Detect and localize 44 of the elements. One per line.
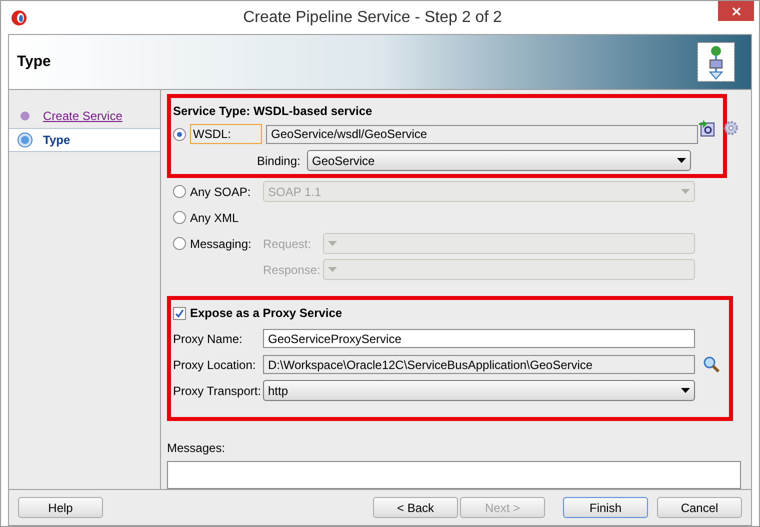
check-icon bbox=[175, 308, 184, 318]
dropdown[interactable]: GeoService bbox=[307, 150, 691, 171]
step-dot-icon bbox=[17, 132, 33, 148]
wsdl-browse-icon[interactable] bbox=[699, 120, 715, 137]
input-field[interactable]: D:\Workspace\Oracle12C\ServiceBusApplication\GeoService bbox=[263, 355, 695, 374]
radio-button[interactable] bbox=[173, 211, 186, 224]
binding-label: Binding: bbox=[257, 152, 301, 170]
caret-icon bbox=[328, 267, 337, 272]
window-title: Create Pipeline Service - Step 2 of 2 bbox=[242, 8, 503, 28]
option-label: Any XML bbox=[190, 210, 239, 226]
field-label: Proxy Transport: bbox=[173, 382, 262, 400]
step-item[interactable]: Type bbox=[9, 128, 160, 152]
option-label: Any SOAP: bbox=[190, 184, 251, 200]
response-label: Response: bbox=[263, 262, 322, 278]
dialog-button[interactable]: Finish bbox=[563, 497, 648, 518]
option-label: Messaging: bbox=[190, 236, 252, 252]
field-label: Proxy Location: bbox=[173, 356, 257, 374]
section-heading: Service Type: WSDL-based service bbox=[173, 103, 372, 120]
request-label: Request: bbox=[263, 236, 312, 252]
caret-icon bbox=[681, 189, 690, 194]
dialog-button[interactable]: Help bbox=[18, 497, 103, 518]
close-icon bbox=[732, 6, 740, 16]
messages-label: Messages: bbox=[167, 440, 226, 457]
input-field[interactable]: GeoServiceProxyService bbox=[263, 329, 695, 348]
field-label: Proxy Name: bbox=[173, 330, 244, 348]
step-item[interactable]: Create Service bbox=[9, 104, 160, 128]
option-label: WSDL: bbox=[190, 124, 262, 144]
dialog-button[interactable]: < Back bbox=[373, 497, 458, 518]
caret-icon bbox=[681, 388, 690, 393]
gear-icon[interactable] bbox=[723, 120, 739, 136]
pipeline-icon bbox=[697, 42, 735, 82]
checkbox-label: Expose as a Proxy Service bbox=[190, 305, 342, 322]
caret-icon bbox=[328, 241, 337, 246]
wsdl-field[interactable]: GeoService/wsdl/GeoService bbox=[266, 124, 698, 144]
app-logo-icon bbox=[11, 10, 27, 26]
search-icon[interactable] bbox=[703, 356, 720, 373]
dialog-button[interactable]: Cancel bbox=[657, 497, 742, 518]
messages-field[interactable] bbox=[167, 461, 741, 489]
checkbox[interactable] bbox=[173, 306, 186, 320]
dropdown[interactable]: http bbox=[263, 380, 695, 401]
radio-button[interactable] bbox=[173, 128, 186, 140]
page-title: Type bbox=[17, 52, 51, 72]
caret-icon bbox=[677, 158, 686, 163]
close-button[interactable] bbox=[718, 1, 754, 21]
